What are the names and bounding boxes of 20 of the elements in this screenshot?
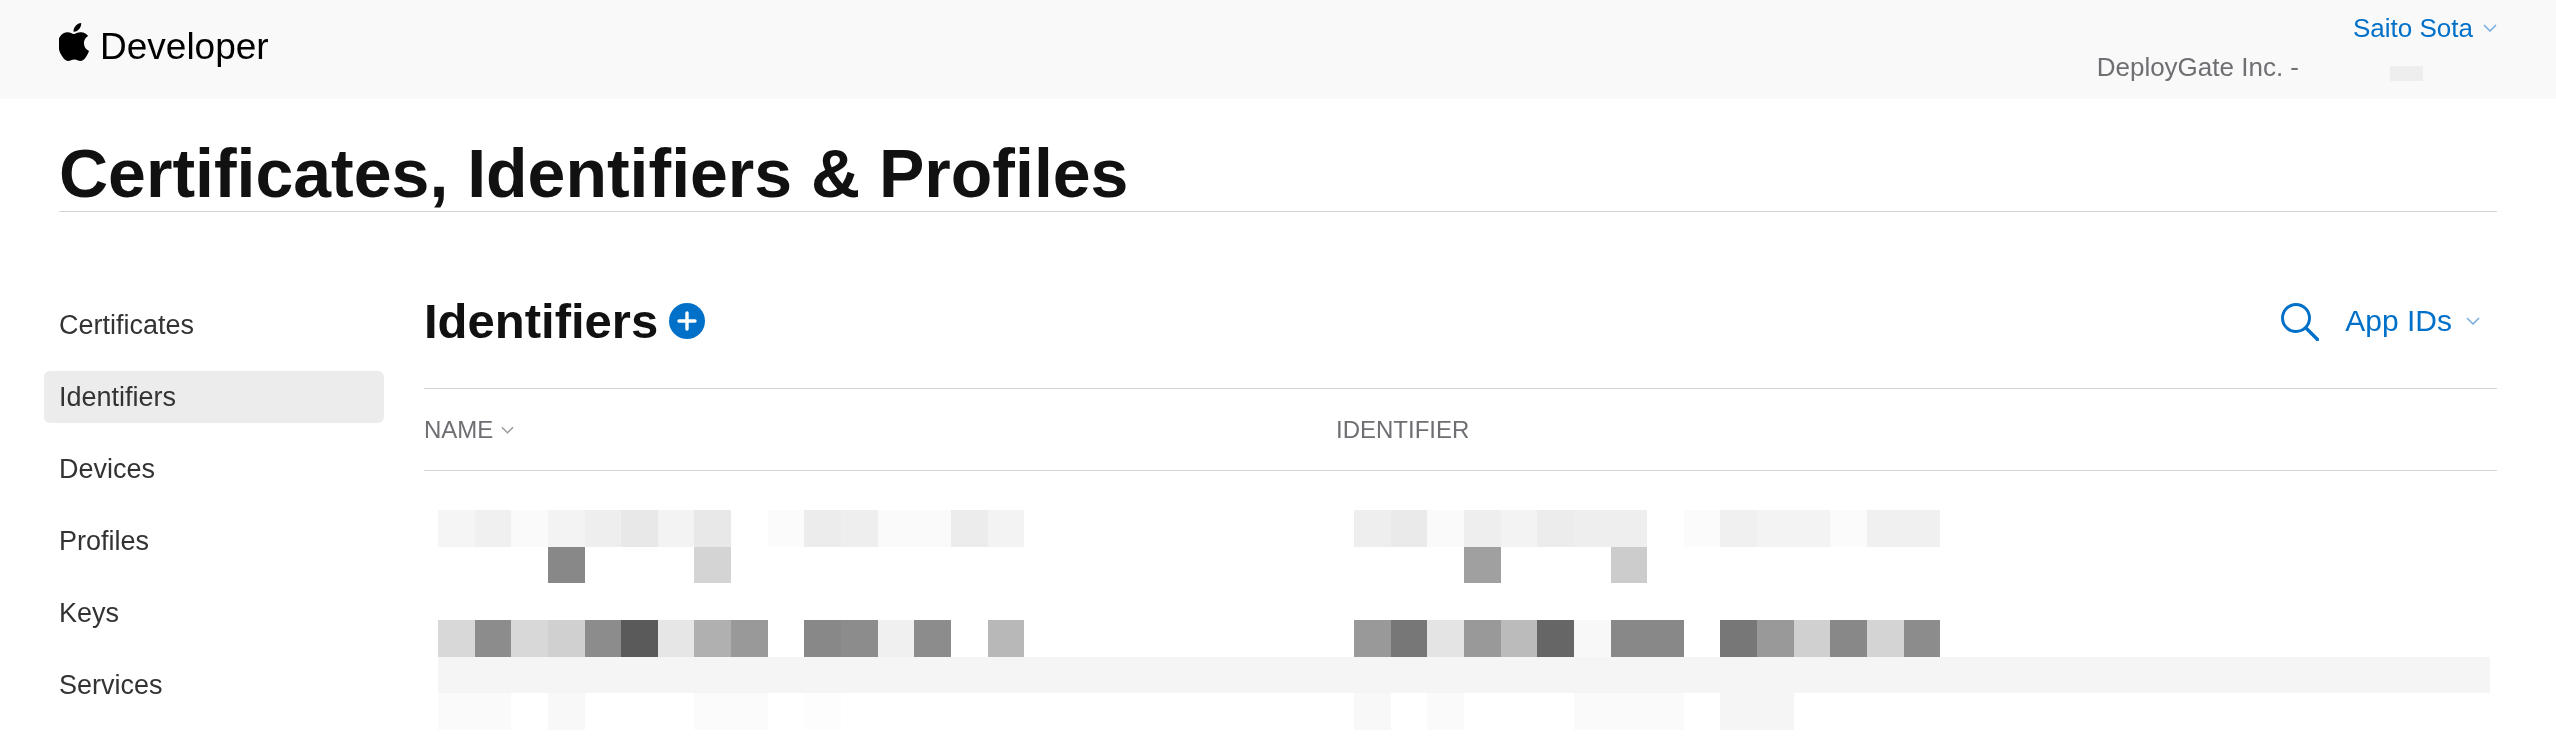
filter-dropdown[interactable]: App IDs bbox=[2345, 303, 2480, 339]
column-header[interactable]: NAME bbox=[424, 414, 1336, 445]
sidebar-item[interactable]: Certificates bbox=[44, 299, 384, 351]
sidebar-item[interactable]: Keys bbox=[44, 587, 384, 639]
search-icon[interactable] bbox=[2280, 301, 2320, 341]
sidebar-item[interactable]: Services bbox=[44, 659, 384, 711]
sidebar-item[interactable]: Devices bbox=[44, 443, 384, 495]
sort-chevron-icon bbox=[501, 425, 515, 434]
page-title: Certificates, Identifiers & Profiles bbox=[59, 136, 2497, 212]
developer-home-link[interactable]: Developer bbox=[59, 23, 269, 66]
column-header[interactable]: IDENTIFIER bbox=[1336, 414, 1470, 445]
sidebar-item[interactable]: Profiles bbox=[44, 515, 384, 567]
section-title: Identifiers bbox=[424, 293, 659, 349]
account-menu-button[interactable]: Saito Sota bbox=[2353, 13, 2497, 43]
add-circle-icon[interactable] bbox=[669, 303, 706, 339]
team-name: DeployGate Inc. - bbox=[2096, 52, 2299, 82]
chevron-down-icon bbox=[2466, 317, 2480, 325]
sidebar-item[interactable]: Identifiers bbox=[44, 371, 384, 423]
apple-icon bbox=[59, 23, 89, 61]
chevron-down-icon bbox=[2483, 24, 2497, 32]
